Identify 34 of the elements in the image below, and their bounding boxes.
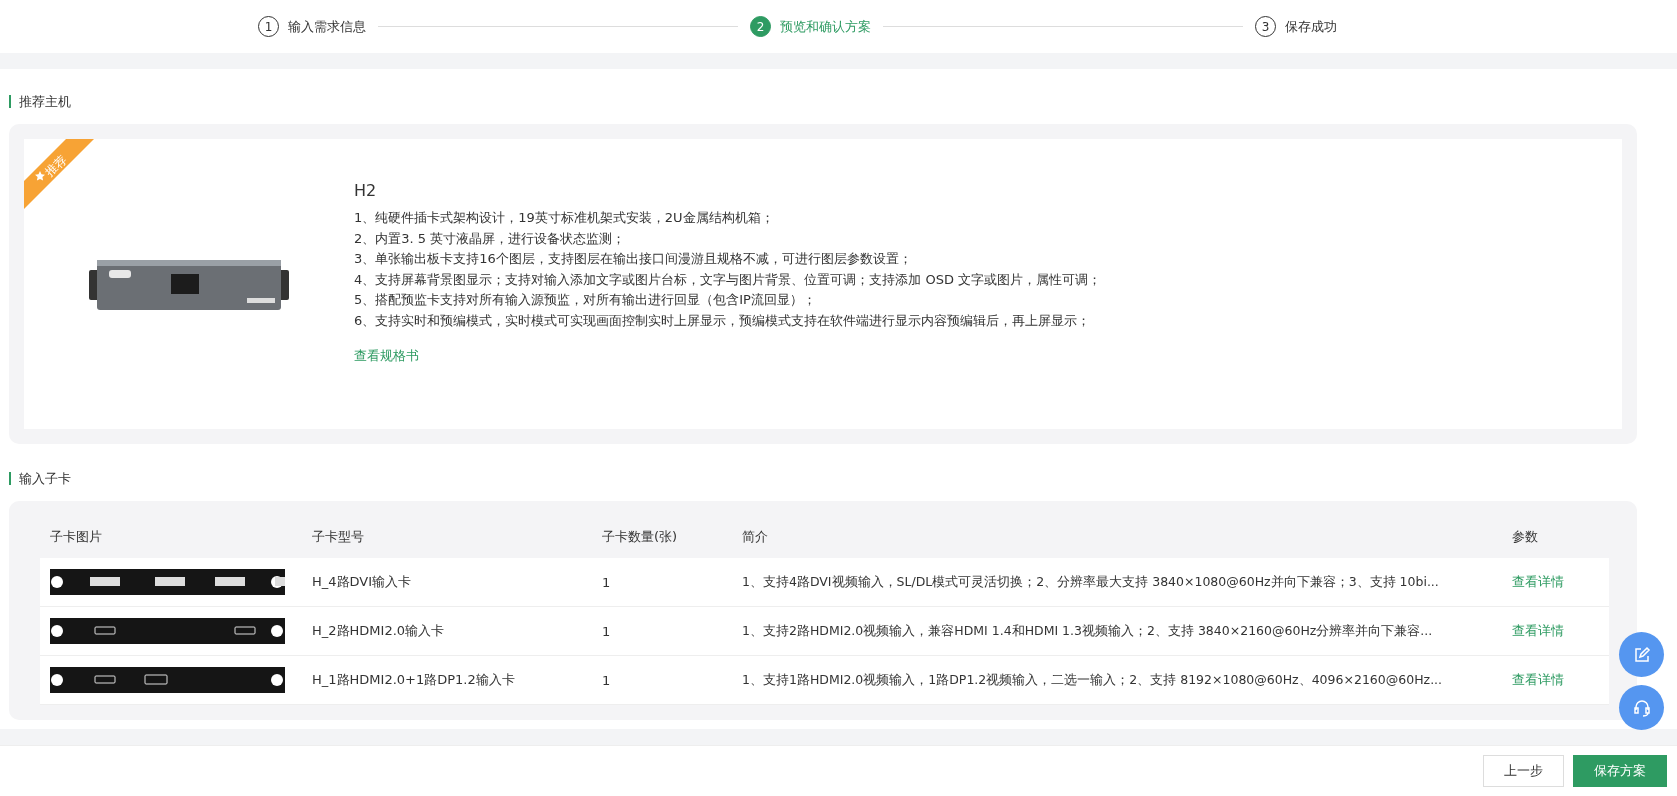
feature-text: 2、内置3. 5 英寸液晶屏，进行设备状态监测；: [354, 229, 627, 248]
feature-text: 3、单张输出板卡支持16个图层，支持图层在输出接口间漫游且规格不减，可进行图层参数设置；: [354, 250, 913, 268]
feature-text: 4、支持屏幕背景图显示；支持对输入添加文字或图片台标，文字与图片背景、位置可调；支持添加 OSD 文字或图片，属性可调；: [354, 270, 1102, 289]
step-label: 保存成功: [1285, 17, 1337, 36]
feature-text: 6、支持实时和预编模式，实时模式可实现画面控制实时上屏显示，预编模式支持在软件端进行显示内容预编辑后，再上屏显示；: [354, 311, 1092, 330]
table-cell-text: 1: [602, 623, 612, 639]
details-link[interactable]: 查看详情: [1512, 622, 1592, 640]
table-cell-text: 1、支持4路DVI视频输入，SL/DL模式可灵活切换；2、分辨率最大支持 3840×1080@60Hz并向下兼容；3、支持 10bi...: [742, 574, 1440, 590]
section-title: 推荐主机: [9, 95, 1637, 108]
table-cell-text: H_4路DVI输入卡: [312, 573, 413, 591]
column-header: 简介: [742, 528, 769, 546]
product-name: H2: [354, 181, 378, 200]
step-label: 预览和确认方案: [780, 17, 871, 36]
back-button[interactable]: 上一步: [1483, 755, 1564, 787]
column-header: 子卡数量(张): [602, 528, 679, 546]
column-header: 子卡型号: [312, 528, 365, 546]
step-number: 2: [750, 16, 771, 37]
feature-text: 1、纯硬件插卡式架构设计，19英寸标准机架式安装，2U金属结构机箱；: [354, 209, 775, 227]
table-cell-text: 1: [602, 672, 612, 688]
details-link[interactable]: 查看详情: [1512, 573, 1592, 591]
details-link[interactable]: 查看详情: [1512, 671, 1592, 689]
table-cell-text: H_2路HDMI2.0输入卡: [312, 622, 446, 640]
badge-label: 推荐: [42, 152, 70, 180]
column-header: 参数: [1512, 528, 1539, 546]
section-title: 输入子卡: [9, 472, 1637, 485]
step-label: 输入需求信息: [288, 17, 366, 36]
table-cell-text: 1、支持1路HDMI2.0视频输入，1路DP1.2视频输入，二选一输入；2、支持 8192×1080@60Hz、4096×2160@60Hz...: [742, 672, 1444, 688]
table-cell-text: 1、支持2路HDMI2.0视频输入，兼容HDMI 1.4和HDMI 1.3视频输入；2、支持 3840×2160@60Hz分辨率并向下兼容...: [742, 623, 1434, 639]
feature-text: 5、搭配预监卡支持对所有输入源预监，对所有输出进行回显（包含IP流回显）；: [354, 291, 817, 309]
table-cell-text: H_1路HDMI2.0+1路DP1.2输入卡: [312, 671, 516, 689]
save-button[interactable]: 保存方案: [1573, 755, 1667, 787]
column-header: 子卡图片: [50, 528, 103, 546]
spec-link[interactable]: 查看规格书: [354, 347, 419, 365]
table-cell-text: 1: [602, 574, 612, 590]
